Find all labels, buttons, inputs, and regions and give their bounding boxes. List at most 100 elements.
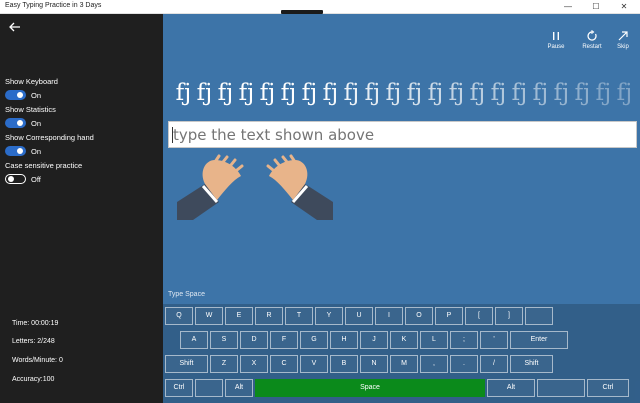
case-sensitive-state: Off (31, 175, 41, 184)
key-t[interactable]: T (285, 307, 313, 325)
key-comma[interactable]: , (420, 355, 448, 373)
key-k[interactable]: K (390, 331, 418, 349)
show-keyboard-label: Show Keyboard (5, 77, 58, 86)
practice-letter: fj (196, 80, 213, 106)
practice-letter: fj (532, 80, 549, 106)
practice-letter: fj (322, 80, 339, 106)
key-space[interactable]: Space (255, 379, 485, 397)
key-g[interactable]: G (300, 331, 328, 349)
key-semicolon[interactable]: ; (450, 331, 478, 349)
practice-letters: fj fj fj fj fj fj fj fj fj fj fj fj fj fj fj fj fj fj fj fj… (173, 80, 640, 114)
key-e[interactable]: E (225, 307, 253, 325)
virtual-keyboard: Q W E R T Y U I O P[] A S D F G H J K L; ' Enter Shift Z X C V B N M… (163, 304, 640, 403)
practice-letter: fj (490, 80, 507, 106)
minimize-button[interactable]: — (554, 0, 582, 14)
key-blank[interactable] (525, 307, 553, 325)
show-keyboard-state: On (31, 91, 42, 100)
key-u[interactable]: U (345, 307, 373, 325)
show-statistics-toggle[interactable] (5, 118, 26, 128)
key-o[interactable]: O (405, 307, 433, 325)
key-h[interactable]: H (330, 331, 358, 349)
key-shift[interactable]: Shift (510, 355, 553, 373)
practice-letter: fj (385, 80, 402, 106)
key-r[interactable]: R (255, 307, 283, 325)
show-keyboard-toggle[interactable] (5, 90, 26, 100)
skip-label: Skip (617, 44, 629, 50)
show-statistics-state: On (31, 119, 42, 128)
practice-letter: fj (616, 80, 633, 106)
key-x[interactable]: X (240, 355, 268, 373)
key-l[interactable]: L (420, 331, 448, 349)
key-c[interactable]: C (270, 355, 298, 373)
key-f[interactable]: F (270, 331, 298, 349)
key-a[interactable]: A (180, 331, 208, 349)
key-enter[interactable]: Enter (510, 331, 568, 349)
key-quote[interactable]: ' (480, 331, 508, 349)
back-arrow-icon[interactable] (8, 20, 22, 34)
key-i[interactable]: I (375, 307, 403, 325)
key-ctrl[interactable]: Ctrl (587, 379, 629, 397)
hands-illustration (177, 154, 333, 220)
key-d[interactable]: D (240, 331, 268, 349)
show-hand-toggle[interactable] (5, 146, 26, 156)
practice-letter: fj (427, 80, 444, 106)
practice-letter: fj (595, 80, 612, 106)
practice-letter: fj (406, 80, 423, 106)
toggle-knob (17, 92, 23, 98)
key-z[interactable]: Z (210, 355, 238, 373)
key-alt[interactable]: Alt (487, 379, 535, 397)
key-alt[interactable]: Alt (225, 379, 253, 397)
letters-stat: Letters: 2/248 (12, 338, 55, 345)
key-p[interactable]: P (435, 307, 463, 325)
maximize-button[interactable]: ☐ (582, 0, 610, 14)
key-lbracket[interactable]: [ (465, 307, 493, 325)
key-n[interactable]: N (360, 355, 388, 373)
skip-button[interactable]: Skip (606, 30, 640, 56)
restart-icon (587, 30, 597, 41)
key-shift[interactable]: Shift (165, 355, 208, 373)
key-ctrl[interactable]: Ctrl (165, 379, 193, 397)
window-title: Easy Typing Practice in 3 Days (5, 2, 102, 9)
practice-letter: fj (301, 80, 318, 106)
key-s[interactable]: S (210, 331, 238, 349)
key-b[interactable]: B (330, 355, 358, 373)
key-m[interactable]: M (390, 355, 418, 373)
practice-letter: fj (364, 80, 381, 106)
key-blank[interactable] (537, 379, 585, 397)
pause-button[interactable]: Pause (539, 30, 573, 56)
practice-letter: fj (448, 80, 465, 106)
show-hand-label: Show Corresponding hand (5, 133, 94, 142)
practice-letter: fj (511, 80, 528, 106)
restart-label: Restart (582, 44, 602, 50)
practice-letter: fj (469, 80, 486, 106)
key-period[interactable]: . (450, 355, 478, 373)
toggle-knob (8, 176, 14, 182)
close-button[interactable]: ✕ (610, 0, 638, 14)
keyboard-hint-label: Type Space (168, 291, 205, 298)
toggle-knob (17, 148, 23, 154)
practice-letter: fj (553, 80, 570, 106)
key-rbracket[interactable]: ] (495, 307, 523, 325)
practice-letter: fj (343, 80, 360, 106)
key-slash[interactable]: / (480, 355, 508, 373)
practice-letter: fj (574, 80, 591, 106)
key-v[interactable]: V (300, 355, 328, 373)
key-q[interactable]: Q (165, 307, 193, 325)
practice-letter: fj (259, 80, 276, 106)
restart-button[interactable]: Restart (575, 30, 609, 56)
practice-letter: fj (280, 80, 297, 106)
key-w[interactable]: W (195, 307, 223, 325)
typing-input[interactable] (168, 121, 637, 148)
show-hand-state: On (31, 147, 42, 156)
case-sensitive-label: Case sensitive practice (5, 161, 83, 170)
wpm-stat: Words/Minute: 0 (12, 357, 63, 364)
show-statistics-label: Show Statistics (5, 105, 56, 114)
practice-letter: fj (217, 80, 234, 106)
key-j[interactable]: J (360, 331, 388, 349)
key-y[interactable]: Y (315, 307, 343, 325)
time-stat: Time: 00:00:19 (12, 320, 59, 327)
key-blank[interactable] (195, 379, 223, 397)
settings-sidebar: Show Keyboard On Show Statistics On Show… (0, 14, 163, 403)
accuracy-stat: Accuracy:100 (12, 376, 55, 383)
case-sensitive-toggle[interactable] (5, 174, 26, 184)
